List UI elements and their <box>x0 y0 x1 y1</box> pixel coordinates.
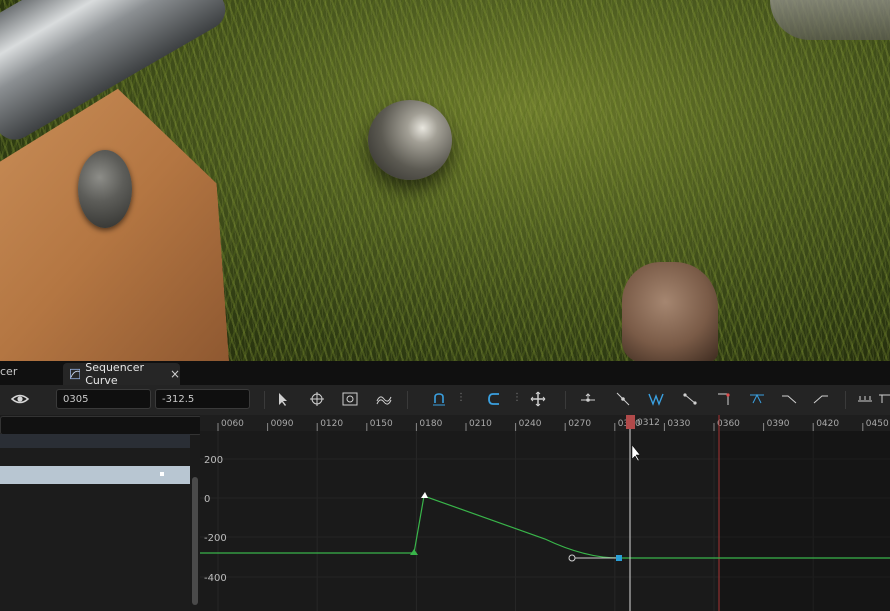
separator <box>845 391 846 409</box>
y-label-neg400: -400 <box>204 573 227 584</box>
tree-row-selected[interactable] <box>0 466 190 484</box>
eye-icon[interactable] <box>10 391 30 407</box>
y-label-neg200: -200 <box>204 533 227 544</box>
separator <box>264 391 265 409</box>
ruler-tick-label: 0090 <box>271 419 294 429</box>
y-label-200: 200 <box>204 455 223 466</box>
snap-icon[interactable] <box>431 391 447 407</box>
separator <box>407 391 408 409</box>
metal-bolt <box>78 150 132 228</box>
tree-search-input[interactable] <box>0 416 202 435</box>
ruler-tick-label: 0360 <box>717 419 740 429</box>
sequencer-curve-panel: cer Sequencer Curve × 0305 -312.5 ⋮ ⋮ 00… <box>0 361 890 611</box>
frame-field[interactable]: 0305 <box>56 389 151 409</box>
step-icon[interactable] <box>716 391 732 407</box>
tab-bar: cer Sequencer Curve × <box>0 361 890 387</box>
ruler-tick-label: 0420 <box>816 419 839 429</box>
time-scale-icon[interactable] <box>342 391 358 407</box>
ruler-tick-label: 0390 <box>767 419 790 429</box>
curve-graph[interactable]: 0060009001200150018002100240027003000330… <box>200 415 890 611</box>
magnet-icon[interactable] <box>487 391 503 407</box>
curve-wave-icon[interactable] <box>376 391 392 407</box>
ruler-tick-label: 0240 <box>519 419 542 429</box>
options-dots[interactable]: ⋮ <box>512 392 522 403</box>
distribute-keys-icon[interactable] <box>857 391 873 407</box>
curve-tree-panel <box>0 415 202 611</box>
frame-all-icon[interactable] <box>309 391 325 407</box>
stone <box>770 0 890 40</box>
ruler-tick-label: 0150 <box>370 419 393 429</box>
move-icon[interactable] <box>530 391 546 407</box>
curve-editor-icon <box>70 368 81 380</box>
3d-viewport[interactable] <box>0 0 890 361</box>
straighten-icon[interactable] <box>615 391 631 407</box>
cannon-ball <box>368 100 452 180</box>
out-of-range-shade <box>720 431 890 611</box>
select-arrow-icon[interactable] <box>275 391 291 407</box>
break-tangent-icon[interactable] <box>749 391 765 407</box>
close-icon[interactable]: × <box>170 367 180 381</box>
playhead-label: 0312 <box>637 418 660 428</box>
align-keys-icon[interactable] <box>878 391 890 407</box>
playhead-handle[interactable] <box>626 415 635 429</box>
y-label-0: 0 <box>204 494 210 505</box>
value-field[interactable]: -312.5 <box>155 389 250 409</box>
separator <box>565 391 566 409</box>
curve-key-selected[interactable] <box>616 555 622 561</box>
options-dots[interactable]: ⋮ <box>456 392 466 403</box>
tab-sequencer-curve[interactable]: Sequencer Curve × <box>63 361 180 387</box>
tree-row-header[interactable] <box>0 434 190 448</box>
ruler-tick-label: 0330 <box>667 419 690 429</box>
tree-scrollbar[interactable] <box>192 477 198 605</box>
ruler-tick-label: 0060 <box>221 419 244 429</box>
pre-infinity-icon[interactable] <box>781 391 797 407</box>
curve-key-peak[interactable] <box>421 492 428 498</box>
key-indicator <box>160 472 164 476</box>
post-infinity-icon[interactable] <box>813 391 829 407</box>
tangent-handle[interactable] <box>568 554 576 562</box>
linear-icon[interactable] <box>682 391 698 407</box>
rock <box>622 262 718 361</box>
curve-toolbar: 0305 -312.5 ⋮ ⋮ <box>0 385 890 415</box>
ruler-tick-label: 0450 <box>866 419 889 429</box>
ruler-tick-label: 0120 <box>320 419 343 429</box>
tab-sequencer[interactable]: cer <box>0 365 17 378</box>
ruler-tick-label: 0180 <box>419 419 442 429</box>
tab-label: Sequencer Curve <box>85 361 144 387</box>
flatten-icon[interactable] <box>580 391 596 407</box>
ruler-tick-label: 0270 <box>568 419 591 429</box>
auto-tangent-icon[interactable] <box>648 391 664 407</box>
ruler-tick-label: 0210 <box>469 419 492 429</box>
